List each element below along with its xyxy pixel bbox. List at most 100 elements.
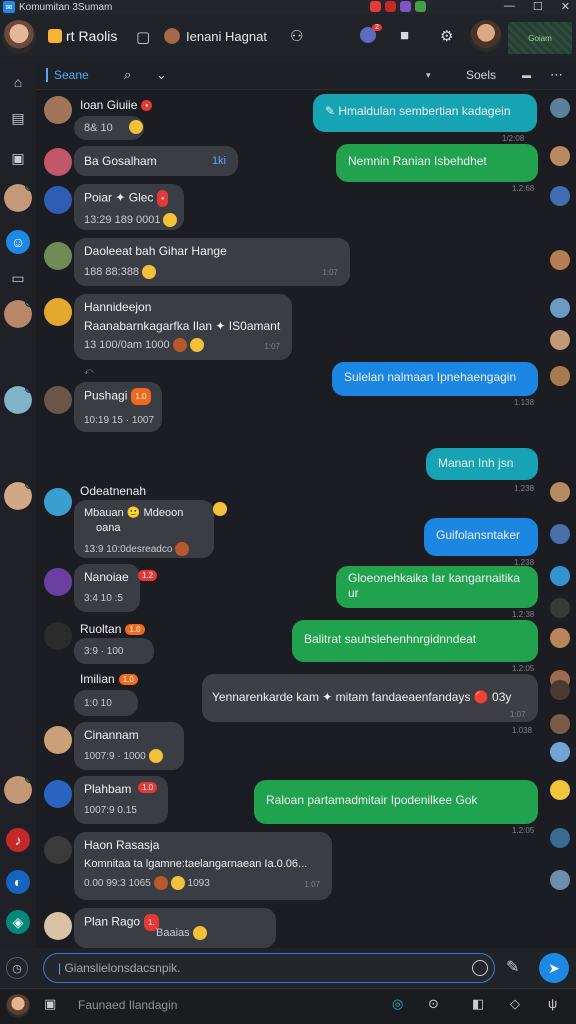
message-incoming[interactable]: Mbauan 🙂 Mdeoon oana 13:9 10:0desreadco: [74, 500, 214, 558]
more-icon[interactable]: ⋯: [550, 67, 563, 83]
side-avatar[interactable]: [550, 298, 570, 318]
side-avatar[interactable]: [550, 330, 570, 350]
tray-red2-icon[interactable]: [385, 1, 396, 12]
message-input[interactable]: | Gianslielonsdacsnpik.: [43, 953, 495, 983]
message-incoming[interactable]: Cinannam 1007:9 · 1000: [74, 722, 184, 770]
video-call-icon[interactable]: ■: [400, 27, 409, 44]
message-outgoing[interactable]: Balitrat sauhslehenhnrgidnndeat: [292, 620, 538, 662]
refresh-icon[interactable]: ◎: [392, 996, 403, 1012]
message-outgoing[interactable]: Yennarenkarde kam ✦ mitam fandaeaenfanda…: [202, 674, 538, 722]
message-incoming[interactable]: Pushagi 1.0 10:19 15 · 1007: [74, 382, 162, 432]
sender-avatar[interactable]: [44, 488, 72, 516]
notes-icon[interactable]: ▤: [6, 106, 30, 130]
sidebar-contact-2[interactable]: [4, 300, 32, 328]
send-button[interactable]: ➤: [539, 953, 569, 983]
mention-icon[interactable]: ⊙: [428, 996, 439, 1012]
side-avatar[interactable]: [550, 146, 570, 166]
message-incoming[interactable]: Plan Rago 1. Baaias: [74, 908, 276, 948]
user-avatar[interactable]: [2, 20, 36, 54]
sender-avatar[interactable]: [44, 912, 72, 940]
message-incoming[interactable]: Ba Gosalham 1ki: [74, 146, 238, 176]
close-button[interactable]: ✕: [561, 0, 570, 13]
collapse-icon[interactable]: ▬: [522, 70, 531, 80]
chevron-down-icon[interactable]: ⌄: [156, 67, 167, 83]
sidebar-contact-4[interactable]: [4, 482, 32, 510]
side-avatar[interactable]: [550, 828, 570, 848]
emoji-picker-icon[interactable]: [472, 960, 488, 976]
side-avatar[interactable]: [550, 598, 570, 618]
dropdown-icon[interactable]: ▾: [426, 70, 431, 81]
sidebar-contact-3[interactable]: [4, 386, 32, 414]
chat-icon[interactable]: ◇: [510, 996, 520, 1012]
message-outgoing[interactable]: Nemnin Ranian Isbehdhet: [336, 144, 538, 182]
minimize-button[interactable]: —: [504, 0, 515, 13]
home-icon[interactable]: ⌂: [6, 70, 30, 94]
app-icon[interactable]: ◐: [6, 870, 30, 894]
sidebar-contact-5[interactable]: [4, 776, 32, 804]
gallery-icon[interactable]: ▣: [6, 146, 30, 170]
message-outgoing[interactable]: Gloeonehkaika Iar kangarnaitika ur: [336, 566, 538, 608]
settings-icon[interactable]: ⚙: [440, 27, 453, 45]
clock-icon[interactable]: ◷: [6, 957, 28, 979]
profile-avatar[interactable]: [470, 20, 502, 52]
message-outgoing[interactable]: ✎ Hmaldulan sembertian kadagein: [313, 94, 537, 132]
message-incoming[interactable]: Nanoiae 3:4 10 :5: [74, 564, 140, 612]
tray-green-icon[interactable]: [415, 1, 426, 12]
sender-avatar[interactable]: [44, 186, 72, 214]
messages-icon[interactable]: ▭: [6, 266, 30, 290]
sender-avatar[interactable]: [44, 726, 72, 754]
compose-icon[interactable]: ▣: [44, 996, 56, 1012]
chat-title[interactable]: rt Raolis: [48, 28, 117, 44]
account-avatar[interactable]: [6, 994, 30, 1018]
tray-purple-icon[interactable]: [400, 1, 411, 12]
chats-icon[interactable]: ☺: [6, 230, 30, 254]
side-avatar[interactable]: [550, 742, 570, 762]
message-outgoing[interactable]: Sulelan nalmaan Ipnehaengagin: [332, 362, 538, 396]
message-outgoing[interactable]: Guifolansntaker: [424, 518, 538, 556]
map-thumbnail[interactable]: Goiam: [508, 22, 572, 54]
search-icon[interactable]: ⌕: [124, 67, 131, 83]
pin-icon[interactable]: ψ: [548, 996, 557, 1011]
side-avatar[interactable]: [550, 482, 570, 502]
tray-red-icon[interactable]: [370, 1, 381, 12]
side-avatar[interactable]: [550, 780, 570, 800]
sender-avatar[interactable]: [44, 622, 72, 650]
add-user-icon[interactable]: ⚇: [290, 27, 303, 45]
side-avatar[interactable]: [550, 680, 570, 700]
sender-avatar[interactable]: [44, 836, 72, 864]
sender-avatar[interactable]: [44, 96, 72, 124]
sender-avatar[interactable]: [44, 242, 72, 270]
sidebar-contact-1[interactable]: [4, 184, 32, 212]
search-tab[interactable]: Seane: [46, 68, 89, 82]
message-outgoing[interactable]: Manan Inh jsn: [426, 448, 538, 480]
side-avatar[interactable]: [550, 566, 570, 586]
side-avatar[interactable]: [550, 870, 570, 890]
side-avatar[interactable]: [550, 524, 570, 544]
side-avatar[interactable]: [550, 250, 570, 270]
sender-avatar[interactable]: [44, 386, 72, 414]
sort-button[interactable]: Soels: [466, 68, 496, 82]
contact-chip[interactable]: Ienani Hagnat: [164, 28, 267, 44]
message-incoming[interactable]: 3:9 · 100: [74, 638, 154, 664]
pen-icon[interactable]: ✎: [506, 957, 519, 977]
side-avatar[interactable]: [550, 366, 570, 386]
sender-avatar[interactable]: [44, 568, 72, 596]
message-incoming[interactable]: Daoleeat bah Gihar Hange 188 88:388 1:07: [74, 238, 350, 286]
chat-bubble-icon[interactable]: ▢: [136, 28, 150, 46]
sender-avatar[interactable]: [44, 780, 72, 808]
message-outgoing[interactable]: Raloan partamadmitair Ipodenilkee Gok: [254, 780, 538, 824]
side-avatar[interactable]: [550, 628, 570, 648]
message-incoming[interactable]: 1:0 10: [74, 690, 138, 716]
side-avatar[interactable]: [550, 98, 570, 118]
message-incoming[interactable]: Hannideejon Raanabarnkagarfka Ilan ✦ IS0…: [74, 294, 292, 360]
music-icon[interactable]: ♪: [6, 828, 30, 852]
side-avatar[interactable]: [550, 714, 570, 734]
message-incoming[interactable]: Haon Rasasja Komnitaa ta lgamne:taelanga…: [74, 832, 332, 900]
sender-avatar[interactable]: [44, 298, 72, 326]
maximize-button[interactable]: ☐: [533, 0, 543, 13]
side-avatar[interactable]: [550, 186, 570, 206]
message-incoming[interactable]: Poiar ✦ Glec • 13:29 189 0001: [74, 184, 184, 230]
sender-avatar[interactable]: [44, 148, 72, 176]
secondary-input[interactable]: Faunaed Ilandagin: [68, 994, 368, 1018]
reply-icon[interactable]: ◧: [472, 996, 484, 1012]
